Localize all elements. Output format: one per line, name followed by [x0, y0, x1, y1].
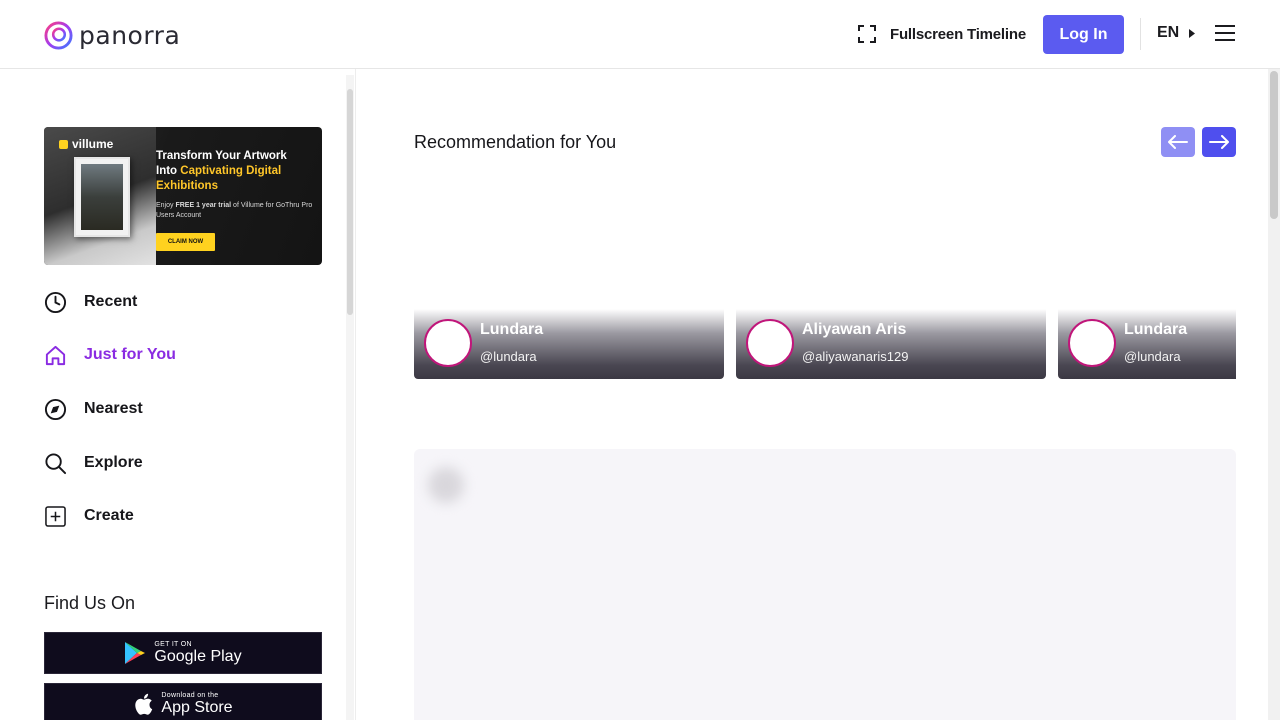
app-store-small: Download on the [161, 692, 219, 699]
language-selector[interactable]: EN [1157, 24, 1196, 42]
fullscreen-timeline-button[interactable]: Fullscreen Timeline [858, 22, 1026, 46]
recommendation-title: Recommendation for You [414, 132, 617, 152]
fullscreen-icon [858, 25, 876, 43]
sidebar-item-nearest[interactable]: Nearest [44, 396, 143, 422]
avatar [746, 319, 794, 367]
banner-sub-enjoy: Enjoy [156, 202, 176, 209]
banner-sub-bold: FREE 1 year trial [175, 202, 232, 209]
header-divider [1140, 18, 1141, 50]
sidebar-item-label: Create [84, 507, 134, 524]
arrow-right-icon [1209, 135, 1229, 149]
brand-name: panorra [79, 20, 181, 50]
sidebar-item-explore[interactable]: Explore [44, 450, 143, 476]
app-store-big: App Store [161, 699, 233, 716]
claim-now-button[interactable]: CLAIM NOW [156, 233, 215, 251]
banner-artwork [81, 164, 123, 230]
panorra-logo[interactable]: panorra [44, 20, 180, 50]
fullscreen-timeline-label: Fullscreen Timeline [890, 25, 1026, 43]
avatar [1068, 319, 1116, 367]
avatar [424, 319, 472, 367]
sidebar-item-recent[interactable]: Recent [44, 289, 137, 315]
sidebar-item-just-for-you[interactable]: Just for You [44, 342, 176, 368]
recommendation-carousel: Lundara @lundara Aliyawan Aris @aliyawan… [414, 309, 1236, 379]
language-label: EN [1157, 24, 1180, 41]
banner-title: Transform Your Artwork Into Captivating … [156, 149, 316, 194]
app-store-button[interactable]: Download on the App Store [44, 683, 322, 720]
apple-icon [135, 693, 153, 715]
banner-subtitle: Enjoy FREE 1 year trial of Villume for G… [156, 201, 316, 221]
caret-right-icon [1189, 28, 1196, 38]
villume-brand: villume [59, 137, 113, 151]
google-play-big: Google Play [154, 648, 242, 665]
creator-card[interactable]: Aliyawan Aris @aliyawanaris129 [736, 309, 1046, 379]
login-button[interactable]: Log In [1043, 15, 1124, 54]
sidebar-item-label: Recent [84, 293, 138, 310]
sidebar-item-label: Just for You [84, 346, 176, 363]
feed-loading-placeholder [414, 449, 1236, 720]
creator-name: Lundara [1124, 321, 1188, 338]
carousel-prev-button[interactable] [1161, 127, 1195, 157]
google-play-text: GET IT ON Google Play [154, 641, 241, 665]
hamburger-menu-icon[interactable] [1215, 25, 1235, 41]
home-icon [44, 344, 67, 367]
creator-name: Lundara [480, 321, 544, 338]
main-scrollbar[interactable] [1268, 69, 1280, 720]
creator-handle: @lundara [480, 349, 537, 364]
arrow-left-icon [1168, 135, 1188, 149]
creator-handle: @lundara [1124, 349, 1181, 364]
google-play-icon [125, 642, 146, 664]
banner-artwork-frame [74, 157, 130, 237]
carousel-next-button[interactable] [1202, 127, 1236, 157]
google-play-button[interactable]: GET IT ON Google Play [44, 632, 322, 674]
sidebar-scrollbar-thumb[interactable] [347, 89, 353, 315]
villume-promo-banner[interactable]: villume Transform Your Artwork Into Capt… [44, 127, 322, 265]
main-content: Recommendation for You Lundara @lundara … [357, 69, 1268, 720]
sidebar-scrollbar[interactable] [346, 75, 354, 720]
plus-square-icon [44, 505, 67, 528]
banner-title-line1: Transform Your Artwork [156, 150, 287, 162]
banner-title-into: Into [156, 165, 181, 177]
clock-icon [44, 291, 67, 314]
sidebar-item-create[interactable]: Create [44, 503, 134, 529]
main-scrollbar-thumb[interactable] [1270, 71, 1278, 219]
villume-logo-icon [59, 139, 68, 149]
creator-card[interactable]: Lundara @lundara [1058, 309, 1236, 379]
search-icon [44, 452, 67, 475]
sidebar: villume Transform Your Artwork Into Capt… [0, 69, 356, 720]
villume-brand-label: villume [72, 137, 114, 151]
sidebar-item-label: Explore [84, 454, 143, 471]
app-store-text: Download on the App Store [161, 692, 232, 716]
creator-card[interactable]: Lundara @lundara [414, 309, 724, 379]
find-us-title: Find Us On [44, 593, 136, 613]
creator-name: Aliyawan Aris [802, 321, 907, 338]
panorra-logo-icon [44, 20, 73, 50]
top-header: panorra Fullscreen Timeline Log In EN [0, 0, 1280, 69]
sidebar-item-label: Nearest [84, 400, 143, 417]
loading-avatar-placeholder [428, 467, 464, 503]
compass-icon [44, 398, 67, 421]
google-play-small: GET IT ON [154, 641, 192, 648]
creator-handle: @aliyawanaris129 [802, 349, 909, 364]
